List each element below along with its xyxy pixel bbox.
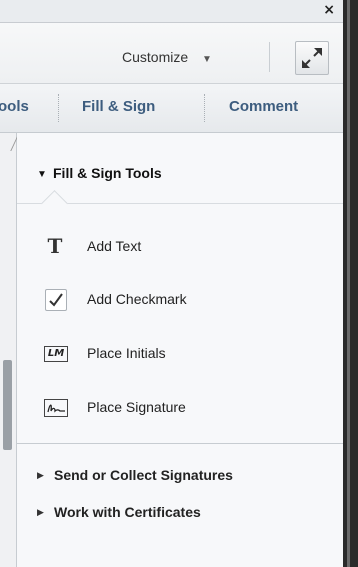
close-icon[interactable]: × (323, 2, 335, 18)
tool-label: Add Checkmark (87, 291, 187, 307)
tab-divider (58, 94, 60, 122)
place-signature-tool[interactable]: Place Signature (17, 385, 343, 429)
tab-comment[interactable]: Comment (229, 98, 298, 115)
task-tabs: ools Fill & Sign Comment (0, 84, 343, 133)
expand-arrows-icon (302, 48, 322, 68)
title-bar: × (0, 0, 343, 23)
customize-dropdown[interactable]: Customize ▼ (122, 49, 212, 65)
scroll-notch (0, 135, 19, 151)
chevron-down-icon: ▼ (202, 54, 212, 65)
tab-tools[interactable]: ools (0, 98, 29, 115)
tab-fill-sign[interactable]: Fill & Sign (82, 98, 155, 115)
tab-divider (204, 94, 206, 122)
expand-button[interactable] (295, 41, 329, 75)
tool-label: Place Signature (87, 399, 186, 415)
panel-label: Send or Collect Signatures (54, 467, 233, 483)
section-title: Fill & Sign Tools (53, 165, 162, 181)
add-checkmark-tool[interactable]: Add Checkmark (17, 277, 343, 321)
customize-label: Customize (122, 49, 189, 65)
window-edge (343, 0, 358, 567)
collapsed-triangle-icon: ▶ (37, 470, 44, 480)
top-toolbar: Customize ▼ (0, 23, 343, 84)
toolbar-divider (269, 42, 270, 72)
expanded-triangle-icon: ▼ (37, 169, 47, 180)
send-collect-signatures-panel[interactable]: ▶ Send or Collect Signatures (17, 461, 343, 491)
work-with-certificates-panel[interactable]: ▶ Work with Certificates (17, 498, 343, 528)
place-initials-tool[interactable]: LM Place Initials (17, 331, 343, 375)
initials-icon: LM (44, 346, 68, 362)
fill-sign-pane: ▼ Fill & Sign Tools T Add Text Add Check… (17, 133, 343, 567)
signature-icon (44, 399, 68, 417)
collapsed-triangle-icon: ▶ (37, 507, 44, 517)
tool-label: Add Text (87, 238, 142, 254)
panel-divider (17, 443, 343, 444)
text-tool-icon: T (47, 234, 63, 258)
tool-label: Place Initials (87, 345, 166, 361)
add-text-tool[interactable]: T Add Text (17, 224, 343, 268)
document-scroll-edge (0, 133, 19, 567)
scrollbar-thumb[interactable] (3, 360, 12, 450)
fill-sign-tools-header[interactable]: ▼ Fill & Sign Tools (17, 133, 343, 203)
checkmark-icon (45, 289, 67, 311)
panel-label: Work with Certificates (54, 504, 201, 520)
